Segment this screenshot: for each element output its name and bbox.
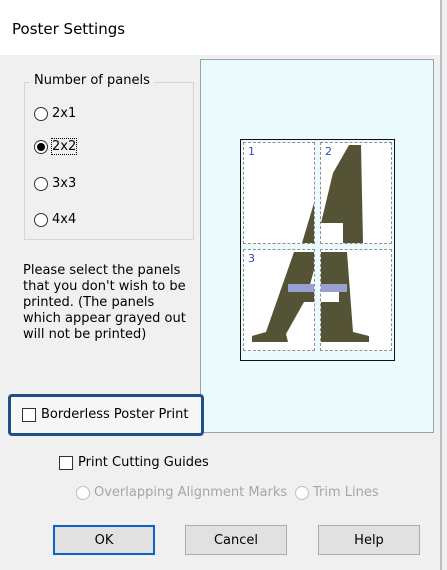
borderless-label: Borderless Poster Print bbox=[41, 407, 189, 422]
trim-lines-label: Trim Lines bbox=[313, 485, 379, 500]
preview-panel-2[interactable]: 2 bbox=[320, 142, 392, 244]
radio-button-selected[interactable] bbox=[34, 139, 48, 154]
poster-settings-dialog: Poster Settings Number of panels 2x1 2x2… bbox=[0, 0, 442, 570]
ok-button[interactable]: OK bbox=[53, 525, 155, 555]
radio-label-3x3: 3x3 bbox=[52, 176, 77, 191]
radio-button-disabled[interactable] bbox=[295, 485, 309, 500]
radio-label-4x4: 4x4 bbox=[52, 212, 77, 227]
help-button[interactable]: Help bbox=[318, 525, 420, 555]
trim-lines-option[interactable]: Trim Lines bbox=[295, 485, 379, 500]
radio-4x4[interactable]: 4x4 bbox=[34, 212, 76, 227]
cancel-button[interactable]: Cancel bbox=[185, 525, 287, 555]
radio-button[interactable] bbox=[34, 212, 48, 227]
radio-button-disabled[interactable] bbox=[76, 485, 90, 500]
poster-art-fragment bbox=[321, 252, 369, 342]
preview-panel-4[interactable]: 4 bbox=[320, 249, 392, 351]
radio-label-2x2: 2x2 bbox=[50, 138, 78, 155]
radio-3x3[interactable]: 3x3 bbox=[34, 176, 76, 191]
preview-panel-3[interactable]: 3 bbox=[243, 249, 315, 351]
borderless-poster-print-checkbox[interactable]: Borderless Poster Print bbox=[22, 407, 188, 422]
radio-label-2x1: 2x1 bbox=[52, 106, 77, 121]
instructions-text: Please select the panels that you don't … bbox=[23, 263, 186, 342]
poster-art-fragment bbox=[321, 145, 363, 243]
poster-art-fragment bbox=[302, 203, 314, 243]
dialog-title: Poster Settings bbox=[12, 20, 126, 38]
checkbox[interactable] bbox=[59, 455, 73, 470]
number-of-panels-legend: Number of panels bbox=[30, 73, 154, 88]
radio-2x1[interactable]: 2x1 bbox=[34, 106, 76, 121]
title-bar: Poster Settings bbox=[0, 0, 440, 55]
preview-panel-1[interactable]: 1 bbox=[243, 142, 315, 244]
overlapping-alignment-marks-label: Overlapping Alignment Marks bbox=[94, 485, 288, 500]
print-cutting-guides-checkbox[interactable]: Print Cutting Guides bbox=[59, 455, 209, 470]
radio-button[interactable] bbox=[34, 106, 48, 121]
radio-button[interactable] bbox=[34, 176, 48, 191]
radio-2x2[interactable]: 2x2 bbox=[34, 138, 78, 155]
checkbox[interactable] bbox=[22, 407, 36, 422]
cutting-guides-label: Print Cutting Guides bbox=[78, 455, 209, 470]
overlapping-alignment-marks-option[interactable]: Overlapping Alignment Marks bbox=[76, 485, 287, 500]
poster-art-fragment bbox=[252, 252, 314, 342]
